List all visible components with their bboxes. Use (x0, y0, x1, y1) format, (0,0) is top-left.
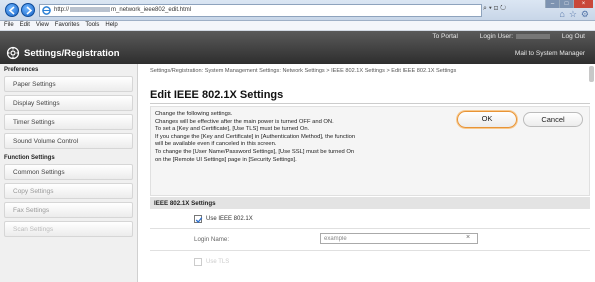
address-prefix: http:// (54, 7, 70, 14)
address-tools[interactable]: ⌕ ▾ ⊡ ↻ (483, 5, 506, 13)
window-controls: – □ × (545, 0, 593, 8)
login-user-redacted (516, 33, 551, 39)
info-line: To set a [Key and Certificate], [Use TLS… (155, 126, 310, 133)
browser-toolbar: http:// m_network_ieee802_edit.html ⌕ ▾ ⊡… (0, 0, 595, 21)
preferences-heading: Preferences (4, 67, 39, 73)
browser-logo-icon (42, 6, 51, 15)
address-text: http:// m_network_ieee802_edit.html (54, 7, 191, 13)
info-line: Changes will be effective after the main… (155, 118, 334, 125)
header-top-strip: To Portal Login User: Log Out (0, 31, 595, 41)
use-tls-label: Use TLS (206, 259, 230, 265)
sidebar-item-fax-settings[interactable]: Fax Settings (4, 202, 133, 218)
login-user-label: Login User: (470, 33, 551, 40)
use-tls-checkbox[interactable] (194, 258, 202, 266)
use-tls-row: Use TLS (150, 251, 590, 281)
header-title-row: Settings/Registration Mail to System Man… (0, 42, 595, 64)
browser-icons: ⌂ ☆ ⚙ (559, 9, 589, 20)
info-line: If you change the [Key and Certificate] … (155, 133, 356, 140)
menu-help[interactable]: Help (101, 21, 117, 28)
sidebar-item-timer-settings[interactable]: Timer Settings (4, 114, 133, 130)
app-title: Settings/Registration (24, 48, 120, 59)
login-name-row: Login Name: × (150, 229, 590, 249)
sidebar-item-display-settings[interactable]: Display Settings (4, 95, 133, 111)
info-box: Change the following settings. Changes w… (150, 106, 590, 196)
favorites-icon[interactable]: ☆ (569, 9, 577, 20)
minimize-button[interactable]: – (545, 0, 559, 8)
breadcrumb: Settings/Registration: System Management… (150, 68, 457, 74)
sidebar-item-common-settings[interactable]: Common Settings (4, 164, 133, 180)
forward-button[interactable] (21, 3, 35, 17)
back-button[interactable] (5, 3, 19, 17)
menu-favorites[interactable]: Favorites (51, 21, 80, 28)
title-divider (150, 103, 590, 104)
info-line: To change the [User Name/Password Settin… (155, 148, 355, 155)
menu-file[interactable]: File (0, 21, 14, 28)
menu-view[interactable]: View (32, 21, 49, 28)
clear-input-icon[interactable]: × (466, 234, 470, 241)
use-ieee-checkbox[interactable] (194, 215, 203, 223)
menu-tools[interactable]: Tools (81, 21, 99, 28)
sidebar-item-paper-settings[interactable]: Paper Settings (4, 76, 133, 92)
function-heading: Function Settings (4, 155, 55, 161)
app-header: To Portal Login User: Log Out Settings/R… (0, 31, 595, 64)
mail-link[interactable]: Mail to System Manager (515, 50, 585, 57)
main-content: Settings/Registration: System Management… (150, 64, 595, 282)
settings-icon (6, 46, 20, 60)
gear-icon[interactable]: ⚙ (581, 9, 589, 20)
maximize-button[interactable]: □ (559, 0, 573, 8)
address-bar[interactable]: http:// m_network_ieee802_edit.html (39, 4, 482, 17)
login-user-text: Login User: (479, 33, 514, 40)
home-icon[interactable]: ⌂ (559, 9, 564, 20)
use-ieee-label: Use IEEE 802.1X (206, 216, 253, 222)
section-header: IEEE 802.1X Settings (150, 197, 590, 209)
use-ieee-row: Use IEEE 802.1X (150, 210, 590, 228)
sidebar-item-scan-settings[interactable]: Scan Settings (4, 221, 133, 237)
sidebar-item-sound-volume[interactable]: Sound Volume Control (4, 133, 133, 149)
info-line: Change the following settings. (155, 111, 233, 117)
sidebar: Preferences Paper Settings Display Setti… (0, 64, 138, 282)
scrollbar-thumb[interactable] (589, 66, 594, 82)
header-links: To Portal Login User: Log Out (422, 33, 585, 40)
login-name-input[interactable] (320, 233, 478, 244)
url-redacted (70, 7, 111, 12)
page-title: Edit IEEE 802.1X Settings (150, 89, 284, 101)
arrow-right-icon (26, 6, 33, 15)
info-line: on the [Remote UI Settings] page in [Sec… (155, 156, 297, 163)
cancel-button[interactable]: Cancel (523, 112, 583, 127)
address-tail: m_network_ieee802_edit.html (111, 7, 192, 14)
menu-bar: File Edit View Favorites Tools Help (0, 21, 595, 31)
menu-edit[interactable]: Edit (16, 21, 30, 28)
login-name-label: Login Name: (194, 236, 230, 243)
portal-link[interactable]: To Portal (432, 33, 458, 40)
logout-link[interactable]: Log Out (562, 33, 585, 40)
arrow-left-icon (8, 6, 15, 15)
close-button[interactable]: × (573, 0, 593, 8)
sidebar-item-copy-settings[interactable]: Copy Settings (4, 183, 133, 199)
info-line: will be available even if canceled in th… (155, 141, 277, 148)
checkmark-icon (195, 217, 203, 223)
info-text: Change the following settings. Changes w… (155, 111, 455, 164)
ok-button[interactable]: OK (457, 111, 517, 128)
